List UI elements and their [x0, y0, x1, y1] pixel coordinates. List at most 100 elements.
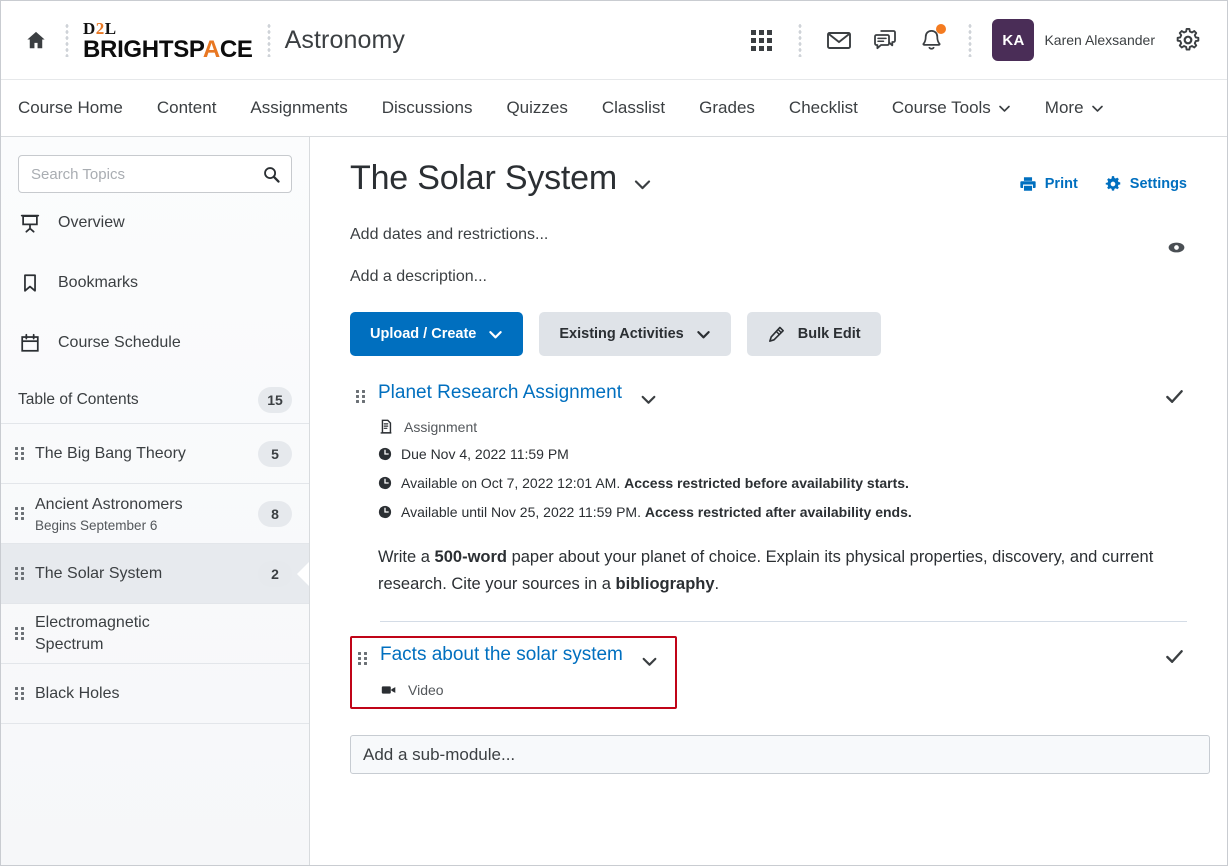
add-a-description[interactable]: Add a description... — [350, 268, 1187, 286]
toc-module-count: 8 — [258, 500, 292, 527]
nav-label: More — [1044, 98, 1084, 117]
course-title: Astronomy — [284, 25, 406, 54]
topic-chevron-down-icon[interactable] — [641, 644, 658, 675]
search-topics-box[interactable] — [18, 155, 292, 193]
topic-available-from: Available on Oct 7, 2022 12:01 AM. Acces… — [378, 475, 1187, 493]
sidebar-item-course-schedule[interactable]: Course Schedule — [1, 313, 309, 373]
search-icon[interactable] — [262, 165, 281, 184]
toc-module-ancient-astronomers[interactable]: Ancient Astronomers Begins September 6 8 — [1, 483, 309, 543]
nav-item-checklist[interactable]: Checklist — [772, 80, 875, 136]
drag-handle-icon[interactable] — [356, 390, 366, 403]
bookmark-icon — [18, 272, 42, 294]
topic-planet-research-assignment: Planet Research Assignment Assignment — [350, 378, 1187, 435]
toc-module-count: 5 — [258, 440, 292, 467]
drag-handle-icon[interactable] — [358, 652, 368, 666]
topic-completion-check-icon[interactable] — [1164, 382, 1187, 412]
topic-title-link[interactable]: Planet Research Assignment — [378, 382, 622, 405]
bold-part: Access restricted before availability st… — [624, 475, 909, 491]
toc-module-text: The Solar System — [35, 563, 248, 585]
topic-title-row: Facts about the solar system — [380, 644, 675, 675]
plain-part: Available on Oct 7, 2022 12:01 AM. — [401, 475, 625, 491]
topic-type-row: Video — [380, 681, 675, 699]
course-navbar: Course Home Content Assignments Discussi… — [1, 80, 1227, 137]
nav-item-assignments[interactable]: Assignments — [233, 80, 364, 136]
user-name: Karen Alexsander — [1044, 32, 1155, 48]
bulk-edit-label: Bulk Edit — [797, 326, 861, 342]
pencil-icon — [768, 326, 784, 342]
nav-label: Course Tools — [891, 98, 991, 117]
nav-item-course-tools[interactable]: Course Tools — [875, 80, 1028, 136]
assignment-icon — [380, 419, 392, 434]
drag-handle-icon[interactable] — [15, 687, 25, 700]
drag-handle-icon[interactable] — [15, 447, 25, 460]
chevron-down-icon — [1091, 105, 1103, 112]
topic-body: Planet Research Assignment Assignment — [378, 382, 1164, 435]
highlight-box: Facts about the solar system Video — [350, 636, 677, 710]
nav-item-course-home[interactable]: Course Home — [15, 80, 140, 136]
clock-icon — [378, 475, 392, 493]
gear-icon[interactable] — [1165, 17, 1211, 63]
gear-icon — [1105, 176, 1121, 191]
topic-available-until-text: Available until Nov 25, 2022 11:59 PM. A… — [401, 504, 912, 520]
upload-create-button[interactable]: Upload / Create — [350, 312, 524, 356]
nav-item-classlist[interactable]: Classlist — [585, 80, 682, 136]
existing-activities-label: Existing Activities — [559, 326, 684, 342]
topic-body: Facts about the solar system Video — [380, 644, 675, 699]
sidebar-item-overview[interactable]: Overview — [1, 193, 309, 253]
nav-item-discussions[interactable]: Discussions — [365, 80, 490, 136]
chevron-down-icon — [697, 330, 710, 338]
existing-activities-button[interactable]: Existing Activities — [539, 312, 731, 356]
topic-type-label: Video — [408, 682, 444, 699]
nav-item-more[interactable]: More — [1028, 80, 1121, 136]
settings-label: Settings — [1129, 176, 1187, 192]
add-sub-module-input[interactable]: Add a sub-module... — [350, 735, 1210, 775]
bell-icon[interactable] — [908, 17, 954, 63]
chat-icon[interactable] — [862, 17, 908, 63]
toc-module-black-holes[interactable]: Black Holes — [1, 663, 309, 723]
settings-button[interactable]: Settings — [1104, 175, 1187, 193]
search-wrapper — [1, 137, 309, 193]
home-icon[interactable] — [21, 25, 51, 55]
nav-item-quizzes[interactable]: Quizzes — [489, 80, 584, 136]
logo-d2l: D2L — [83, 19, 117, 38]
topic-due-text: Due Nov 4, 2022 11:59 PM — [401, 446, 569, 462]
sidebar-item-bookmarks[interactable]: Bookmarks — [1, 253, 309, 313]
eye-icon[interactable] — [1166, 237, 1187, 263]
toc-module-big-bang[interactable]: The Big Bang Theory 5 — [1, 423, 309, 483]
header-divider-3 — [798, 23, 803, 57]
topic-title-link[interactable]: Facts about the solar system — [380, 644, 623, 667]
brightspace-logo[interactable]: D2L BRIGHTSPACE — [83, 18, 253, 62]
header-divider-2 — [266, 23, 271, 57]
toc-module-electromagnetic-spectrum[interactable]: Electromagnetic Spectrum — [1, 603, 309, 663]
search-input[interactable] — [31, 165, 262, 183]
drag-handle-icon[interactable] — [15, 627, 25, 640]
page-body: Overview Bookmarks Cou — [1, 137, 1227, 865]
toc-module-title: The Big Bang Theory — [35, 444, 186, 462]
print-button[interactable]: Print — [1019, 175, 1078, 193]
drag-handle-icon[interactable] — [15, 567, 25, 580]
topic-title-row: Planet Research Assignment — [378, 382, 1164, 413]
waffle-icon[interactable] — [738, 17, 784, 63]
topic-type-row: Assignment — [378, 419, 1164, 435]
avatar[interactable]: KA — [992, 19, 1035, 61]
topic-chevron-down-icon[interactable] — [640, 382, 657, 413]
logo-brightspace-accent: A — [202, 36, 220, 63]
drag-handle-icon[interactable] — [15, 507, 25, 520]
nav-label: Grades — [699, 98, 755, 117]
bulk-edit-button[interactable]: Bulk Edit — [746, 312, 881, 356]
nav-item-grades[interactable]: Grades — [682, 80, 772, 136]
page-title-chevron-down-icon[interactable] — [633, 159, 652, 199]
toc-module-solar-system[interactable]: The Solar System 2 — [1, 543, 309, 603]
topic-available-until: Available until Nov 25, 2022 11:59 PM. A… — [378, 504, 1187, 522]
presentation-icon — [18, 212, 42, 234]
add-dates-and-restrictions[interactable]: Add dates and restrictions... — [350, 226, 1187, 244]
table-of-contents-header[interactable]: Table of Contents 15 — [1, 373, 309, 423]
toc-module-text: Electromagnetic Spectrum — [35, 612, 292, 655]
nav-item-content[interactable]: Content — [140, 80, 234, 136]
topic-completion-check-icon[interactable] — [1164, 622, 1187, 672]
envelope-icon[interactable] — [816, 17, 862, 63]
waffle-grid — [750, 29, 772, 51]
sidebar-item-label: Course Schedule — [58, 334, 181, 351]
content-sidebar: Overview Bookmarks Cou — [1, 137, 310, 865]
video-icon — [381, 686, 396, 695]
